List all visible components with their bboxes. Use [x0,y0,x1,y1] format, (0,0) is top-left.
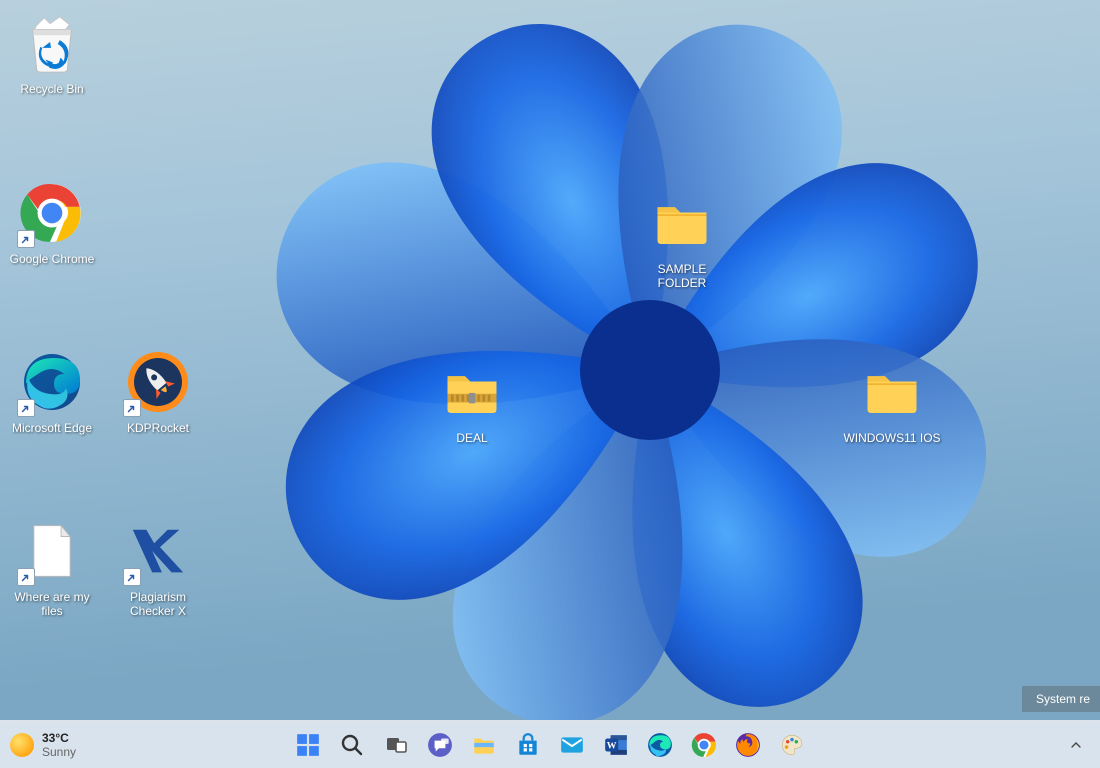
edge-icon [647,732,673,758]
folder-icon [647,188,717,258]
firefox-icon [735,732,761,758]
desktop-icon-deal[interactable]: DEAL [422,357,522,445]
system-tray [1062,721,1090,768]
shortcut-overlay-icon [17,399,35,417]
weather-sun-icon [10,733,34,757]
desktop-icon-label: Microsoft Edge [2,421,102,435]
desktop-icon-label: KDPRocket [108,421,208,435]
kdprocket-icon [123,347,193,417]
store-icon [515,732,541,758]
desktop-icon-label: WINDOWS11 IOS [842,431,942,445]
search-icon [340,733,364,757]
desktop-icon-edge[interactable]: Microsoft Edge [2,347,102,435]
start-button[interactable] [294,731,322,759]
desktop-icon-label: DEAL [422,431,522,445]
shortcut-overlay-icon [123,568,141,586]
mail-button[interactable] [558,731,586,759]
mail-icon [559,732,585,758]
firefox-button[interactable] [734,731,762,759]
file-icon [17,516,87,586]
desktop-icon-plagiarism[interactable]: Plagiarism Checker X [108,516,208,618]
taskbar-weather[interactable]: 33°C Sunny [10,721,76,768]
store-button[interactable] [514,731,542,759]
zip-folder-icon [437,357,507,427]
desktop-icon-label: Where are my files [2,590,102,618]
taskbar-center: W [294,731,806,759]
notification-text: System re [1036,692,1090,706]
plagiarism-icon [123,516,193,586]
word-icon: W [603,732,629,758]
file-explorer-button[interactable] [470,731,498,759]
weather-temp: 33°C [42,731,76,745]
svg-text:W: W [607,740,617,751]
desktop-icon-label: SAMPLE FOLDER [632,262,732,290]
windows-logo-icon [295,732,321,758]
file-explorer-icon [471,732,497,758]
desktop-icon-label: Google Chrome [2,252,102,266]
desktop-icon-chrome[interactable]: Google Chrome [2,178,102,266]
folder-icon [857,357,927,427]
search-button[interactable] [338,731,366,759]
chat-button[interactable] [426,731,454,759]
weather-condition: Sunny [42,745,76,759]
desktop-icon-label: Recycle Bin [2,82,102,96]
chrome-icon [691,732,717,758]
chevron-up-icon [1068,737,1084,753]
tray-chevron-button[interactable] [1062,731,1090,759]
shortcut-overlay-icon [123,399,141,417]
desktop-icon-recycle-bin[interactable]: Recycle Bin [2,8,102,96]
word-button[interactable]: W [602,731,630,759]
desktop-icon-kdprocket[interactable]: KDPRocket [108,347,208,435]
paint-button[interactable] [778,731,806,759]
desktop-icon-windows11-ios[interactable]: WINDOWS11 IOS [842,357,942,445]
recycle-bin-icon [17,8,87,78]
edge-button[interactable] [646,731,674,759]
taskview-icon [384,733,408,757]
taskview-button[interactable] [382,731,410,759]
edge-icon [17,347,87,417]
chrome-button[interactable] [690,731,718,759]
shortcut-overlay-icon [17,230,35,248]
desktop[interactable]: Recycle Bin Google Chrome [0,0,1100,720]
taskbar: 33°C Sunny [0,720,1100,768]
paint-icon [779,732,805,758]
notification-toast[interactable]: System re [1022,686,1100,712]
desktop-icon-label: Plagiarism Checker X [108,590,208,618]
desktop-icon-where-files[interactable]: Where are my files [2,516,102,618]
desktop-icon-sample-folder[interactable]: SAMPLE FOLDER [632,188,732,290]
chrome-icon [17,178,87,248]
shortcut-overlay-icon [17,568,35,586]
chat-icon [427,732,453,758]
